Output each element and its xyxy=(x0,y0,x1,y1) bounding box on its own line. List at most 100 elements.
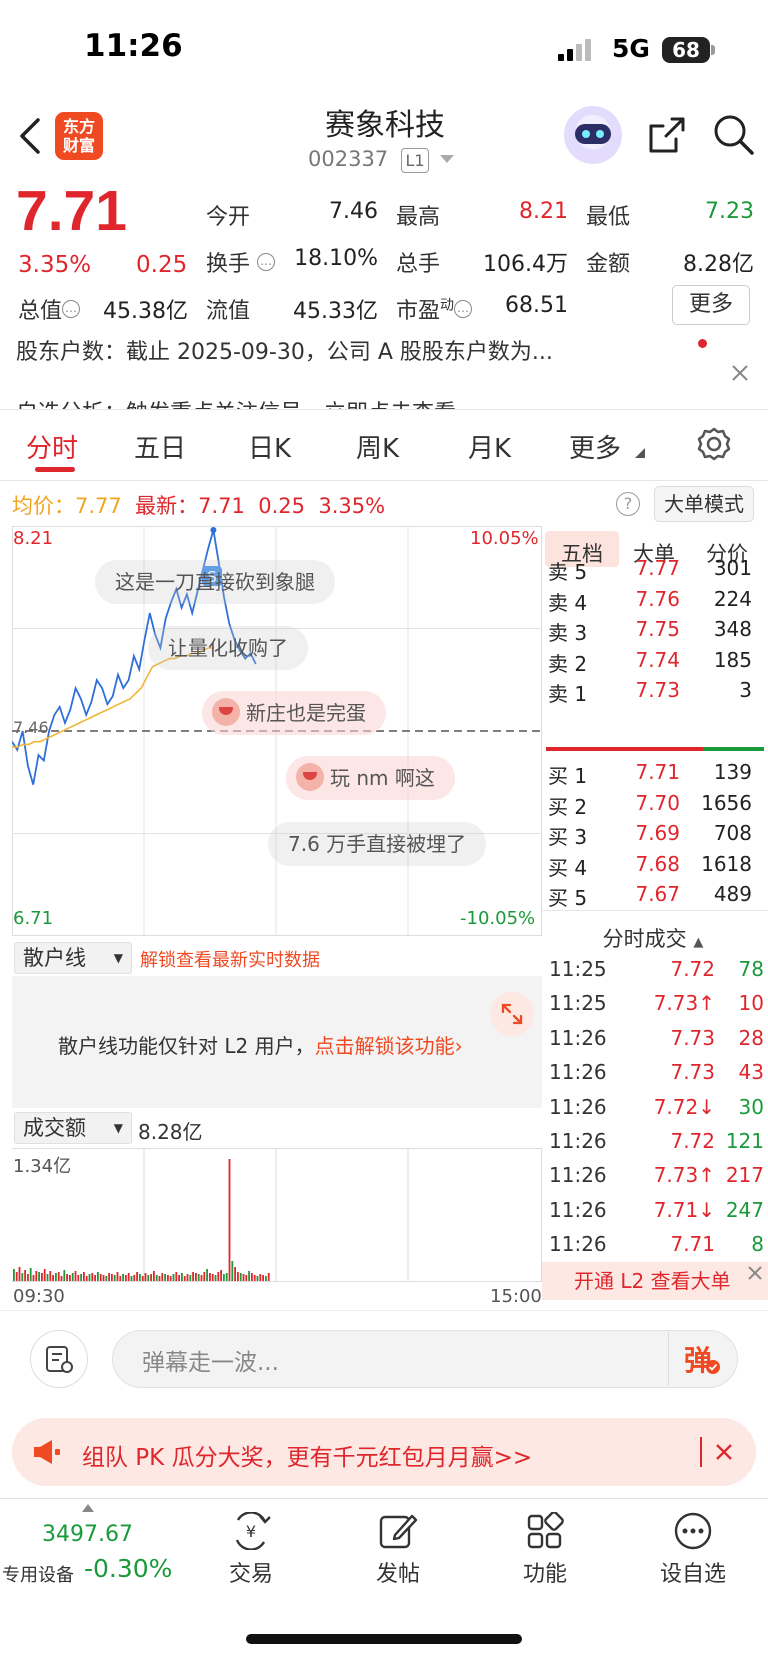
bid-price[interactable]: 7.67 xyxy=(620,882,680,906)
volume-bar xyxy=(186,1274,189,1281)
ticks-header[interactable]: 分时成交 ▲ xyxy=(548,923,758,953)
more-button[interactable]: 更多 xyxy=(672,285,750,325)
logo-line1: 东方 xyxy=(62,117,95,136)
bid-volume: 489 xyxy=(713,882,752,906)
volume-type-select[interactable]: 成交额 ▼ xyxy=(14,1112,132,1144)
volume-bar xyxy=(144,1273,147,1281)
volume-bar xyxy=(167,1275,169,1281)
bid-price[interactable]: 7.70 xyxy=(620,791,680,815)
stock-name[interactable]: 赛象科技 xyxy=(250,100,520,144)
tab-more[interactable]: 更多 xyxy=(569,428,621,465)
volume-bar xyxy=(35,1271,38,1281)
sector-index-value[interactable]: 3497.67 xyxy=(42,1522,133,1547)
index-expand-icon[interactable] xyxy=(82,1504,94,1512)
latest-value: 7.71 xyxy=(198,494,245,518)
news-strip[interactable]: 股东户数：截止 2025-09-30，公司 A 股股东户数为... 自选分析：触… xyxy=(0,328,768,410)
ask-label: 卖 2 xyxy=(548,652,588,676)
battery-icon: 68 xyxy=(662,37,710,63)
retail-line-select[interactable]: 散户线 ▼ xyxy=(14,942,132,974)
bid-price[interactable]: 7.71 xyxy=(620,760,680,784)
volume-bar xyxy=(77,1275,80,1281)
tick-price: 7.73 xyxy=(670,1060,715,1085)
volume-bar xyxy=(130,1276,133,1281)
volume-bar xyxy=(85,1276,88,1281)
more-dots-icon[interactable] xyxy=(673,1512,713,1550)
tick-price: 7.73↑ xyxy=(653,991,715,1016)
ask-price[interactable]: 7.76 xyxy=(620,587,680,611)
apps-icon[interactable] xyxy=(526,1512,566,1550)
tab-five-day[interactable]: 五日 xyxy=(134,428,186,465)
promo-text[interactable]: 组队 PK 瓜分大奖，更有千元红包月月赢>> xyxy=(82,1438,532,1472)
volume-bar xyxy=(49,1271,52,1281)
notes-icon xyxy=(46,1346,73,1373)
tick-volume: 30 xyxy=(738,1094,764,1119)
ask-price[interactable]: 7.75 xyxy=(620,617,680,641)
y-bottom-pct: -10.05% xyxy=(460,908,536,929)
tab-monthly-k[interactable]: 月K xyxy=(468,428,511,465)
danmu-bubble[interactable]: 新庄也是完蛋 xyxy=(202,691,386,735)
ask-volume: 348 xyxy=(713,617,752,641)
compose-icon[interactable] xyxy=(378,1512,418,1550)
volume-bar xyxy=(189,1275,192,1281)
ask-price[interactable]: 7.73 xyxy=(620,678,680,702)
pe-value: 68.51 xyxy=(505,293,568,318)
volume-bar xyxy=(119,1276,122,1281)
help-icon[interactable]: ? xyxy=(616,492,640,516)
nav-functions[interactable]: 功能 xyxy=(505,1556,585,1588)
danmu-bubble[interactable]: 7.6 万手直接被埋了 xyxy=(268,822,487,866)
unlock-link: 点击解锁该功能 xyxy=(314,1034,455,1058)
low-value: 7.23 xyxy=(705,199,754,224)
tab-intraday[interactable]: 分时 xyxy=(26,428,78,465)
tab-underline xyxy=(35,467,75,472)
danmu-avatar-icon xyxy=(296,763,324,791)
trade-icon[interactable]: ¥ xyxy=(230,1512,272,1550)
volume-bar xyxy=(105,1276,108,1281)
volume-bar xyxy=(43,1269,46,1281)
volume-bar xyxy=(139,1274,141,1281)
turnover-label: 换手 … xyxy=(206,246,276,278)
close-icon[interactable] xyxy=(746,1264,764,1282)
chevron-down-icon[interactable] xyxy=(440,155,454,164)
volume-bar xyxy=(29,1268,32,1281)
danmu-bubble[interactable]: 玩 nm 啊这 xyxy=(286,756,455,800)
search-icon[interactable] xyxy=(712,113,756,157)
news-line-2[interactable]: 自选分析：触发重点关注信号，立即点击查看 xyxy=(16,395,456,410)
volume-bar xyxy=(256,1276,259,1281)
close-icon[interactable] xyxy=(731,364,749,382)
danmu-bubble[interactable]: 这是一刀直接砍到象腿 xyxy=(95,560,335,604)
tick-price: 7.71↓ xyxy=(653,1197,715,1222)
ask-volume: 301 xyxy=(713,556,752,580)
volume-bar xyxy=(259,1274,262,1281)
nav-trade[interactable]: 交易 xyxy=(211,1556,291,1588)
open-value: 7.46 xyxy=(329,199,378,224)
tab-weekly-k[interactable]: 周K xyxy=(356,428,399,465)
volume-bar xyxy=(228,1159,231,1281)
app-logo[interactable]: 东方 财富 xyxy=(55,112,103,160)
big-order-mode-button[interactable]: 大单模式 xyxy=(654,486,754,522)
volume-bar xyxy=(88,1274,91,1281)
danmu-bubble[interactable]: 让量化收购了 xyxy=(148,626,308,670)
nav-customize[interactable]: 设自选 xyxy=(653,1556,733,1588)
volume-bar xyxy=(80,1274,82,1281)
ask-price[interactable]: 7.77 xyxy=(620,556,680,580)
volume-bar xyxy=(239,1273,242,1281)
volume-bar xyxy=(234,1267,236,1281)
l2-upgrade-banner[interactable]: 开通 L2 查看大单 xyxy=(542,1262,768,1300)
bid-price[interactable]: 7.68 xyxy=(620,852,680,876)
high-point xyxy=(210,527,217,533)
nav-post[interactable]: 发帖 xyxy=(358,1556,438,1588)
bid-price[interactable]: 7.69 xyxy=(620,821,680,845)
unlock-hint[interactable]: 解锁查看最新实时数据 xyxy=(140,946,320,972)
level-badge[interactable]: L1 xyxy=(401,148,429,173)
settings-icon[interactable] xyxy=(696,426,732,462)
latest-change: 0.25 xyxy=(258,494,306,518)
back-icon[interactable] xyxy=(18,116,42,156)
share-icon[interactable] xyxy=(646,114,688,156)
tab-daily-k[interactable]: 日K xyxy=(248,428,291,465)
ask-price[interactable]: 7.74 xyxy=(620,648,680,672)
volume-bar xyxy=(133,1275,136,1281)
bid-label: 买 5 xyxy=(548,886,588,910)
change-value: 0.25 xyxy=(136,252,188,278)
news-line-1[interactable]: 股东户数：截止 2025-09-30，公司 A 股股东户数为... xyxy=(16,334,553,366)
close-icon[interactable] xyxy=(714,1442,734,1462)
